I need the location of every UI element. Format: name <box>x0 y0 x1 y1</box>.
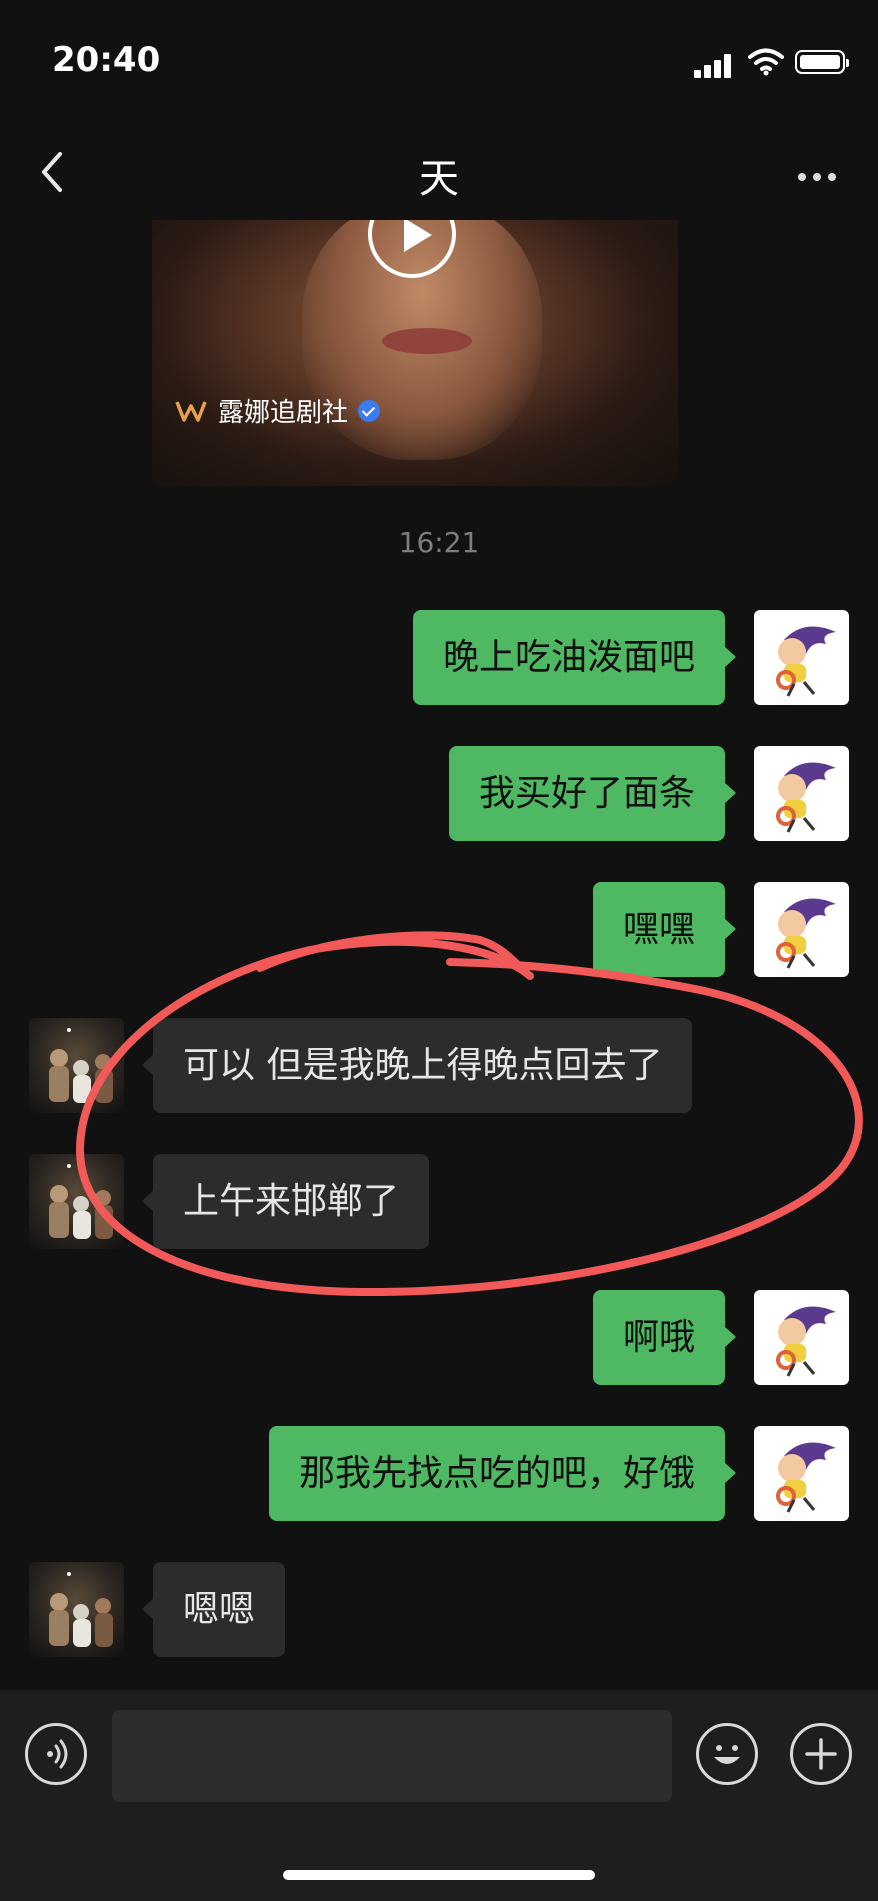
chat-title: 天 <box>419 156 459 202</box>
chat-header: 天 <box>0 128 878 220</box>
message-bubble[interactable]: 晚上吃油泼面吧 <box>412 610 737 705</box>
more-icon[interactable] <box>791 166 836 185</box>
photo-avatar-icon <box>49 1164 113 1239</box>
voice-icon[interactable] <box>25 1723 87 1785</box>
avatar[interactable] <box>29 1562 124 1657</box>
message-bubble[interactable]: 嘿嘿 <box>592 882 737 977</box>
video-source: 露娜追剧社 <box>174 392 381 429</box>
status-bar: 20:40 <box>0 0 878 128</box>
plus-icon[interactable] <box>790 1723 852 1785</box>
cartoon-avatar-icon <box>776 1306 836 1377</box>
verified-badge-icon <box>358 399 381 422</box>
message-bubble[interactable]: 那我先找点吃的吧，好饿 <box>268 1426 737 1521</box>
wifi-icon <box>748 48 784 76</box>
message-row: 我买好了面条 <box>0 746 878 842</box>
avatar[interactable] <box>29 1018 124 1113</box>
input-bar <box>0 1690 878 1901</box>
message-row: 那我先找点吃的吧，好饿 <box>0 1426 878 1522</box>
avatar[interactable] <box>754 610 849 705</box>
message-bubble[interactable]: 嗯嗯 <box>141 1562 286 1657</box>
status-time: 20:40 <box>52 40 161 80</box>
message-row: 嗯嗯 <box>0 1562 878 1658</box>
brand-logo-icon <box>175 400 207 422</box>
avatar[interactable] <box>29 1154 124 1249</box>
video-card[interactable]: 露娜追剧社 <box>152 220 678 486</box>
video-source-name: 露娜追剧社 <box>218 398 349 428</box>
message-row: 啊哦 <box>0 1290 878 1386</box>
message-row: 嘿嘿 <box>0 882 878 978</box>
avatar[interactable] <box>754 1290 849 1385</box>
message-row: 上午来邯郸了 <box>0 1154 878 1250</box>
battery-icon <box>795 50 849 74</box>
message-timestamp: 16:21 <box>398 526 480 559</box>
message-bubble[interactable]: 啊哦 <box>592 1290 737 1385</box>
avatar[interactable] <box>754 882 849 977</box>
message-row: 晚上吃油泼面吧 <box>0 610 878 706</box>
message-row: 可以 但是我晚上得晚点回去了 <box>0 1018 878 1114</box>
message-list[interactable]: 露娜追剧社 16:21 晚上吃油泼面吧 我买好了面条 嘿嘿 可以 但是我晚上得晚… <box>0 220 878 1690</box>
message-bubble[interactable]: 我买好了面条 <box>448 746 737 841</box>
home-indicator[interactable] <box>283 1870 595 1880</box>
cartoon-avatar-icon <box>776 762 836 833</box>
avatar[interactable] <box>754 1426 849 1521</box>
message-bubble[interactable]: 上午来邯郸了 <box>141 1154 430 1249</box>
photo-avatar-icon <box>49 1572 113 1647</box>
video-thumbnail-detail <box>382 328 472 354</box>
cartoon-avatar-icon <box>776 626 836 697</box>
cartoon-avatar-icon <box>776 898 836 969</box>
signal-icon <box>694 54 731 78</box>
photo-avatar-icon <box>49 1028 113 1103</box>
avatar[interactable] <box>754 746 849 841</box>
emoji-icon[interactable] <box>696 1723 758 1785</box>
cartoon-avatar-icon <box>776 1442 836 1513</box>
message-bubble[interactable]: 可以 但是我晚上得晚点回去了 <box>141 1018 693 1113</box>
message-input[interactable] <box>112 1710 672 1802</box>
